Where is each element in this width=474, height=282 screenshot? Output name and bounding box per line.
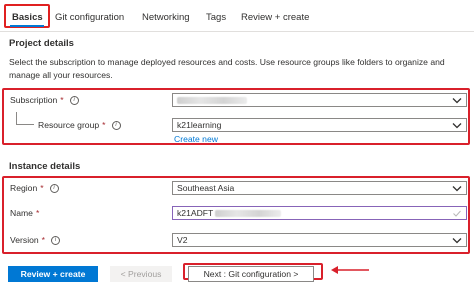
version-label-text: Version: [10, 235, 39, 245]
tree-connector: [16, 124, 34, 125]
obscured-name-suffix: [215, 209, 282, 217]
subscription-dropdown[interactable]: [172, 93, 467, 107]
required-marker: *: [35, 208, 40, 218]
chevron-down-icon: [452, 238, 462, 244]
resource-group-dropdown[interactable]: k21learning: [172, 118, 467, 132]
subscription-label: Subscription * i: [10, 95, 79, 105]
required-marker: *: [60, 95, 64, 105]
obscured-subscription-value: [177, 96, 247, 104]
tab-divider: [0, 31, 474, 32]
name-input[interactable]: k21ADFT: [172, 206, 467, 220]
active-tab-indicator: [10, 25, 44, 27]
project-details-heading: Project details: [9, 38, 74, 49]
tab-git-configuration[interactable]: Git configuration: [55, 12, 124, 23]
instance-details-heading: Instance details: [9, 161, 81, 172]
region-dropdown[interactable]: Southeast Asia: [172, 181, 467, 195]
region-label-text: Region: [10, 183, 38, 193]
checkmark-icon: [453, 210, 461, 217]
project-details-description: Select the subscription to manage deploy…: [9, 57, 445, 80]
name-label-text: Name: [10, 208, 33, 218]
tab-networking[interactable]: Networking: [142, 12, 190, 23]
subscription-label-text: Subscription: [10, 95, 58, 105]
chevron-down-icon: [452, 186, 462, 192]
name-label: Name *: [10, 208, 39, 218]
create-new-link[interactable]: Create new: [174, 134, 218, 144]
resource-group-label-text: Resource group: [38, 120, 100, 130]
tree-connector: [16, 112, 17, 124]
version-dropdown[interactable]: V2: [172, 233, 467, 247]
info-icon[interactable]: i: [51, 235, 61, 245]
required-marker: *: [40, 183, 44, 193]
required-marker: *: [41, 235, 46, 245]
info-icon[interactable]: i: [111, 120, 121, 130]
red-arrow-icon: [331, 266, 369, 274]
info-icon[interactable]: i: [49, 183, 59, 193]
region-value: Southeast Asia: [177, 183, 235, 193]
tab-tags[interactable]: Tags: [206, 12, 226, 23]
info-icon[interactable]: i: [69, 95, 79, 105]
name-value: k21ADFT: [177, 208, 214, 218]
tab-basics[interactable]: Basics: [12, 12, 43, 23]
region-label: Region * i: [10, 183, 59, 193]
chevron-down-icon: [452, 123, 462, 129]
version-label: Version * i: [10, 235, 61, 245]
chevron-down-icon: [452, 98, 462, 104]
tab-review-create[interactable]: Review + create: [241, 12, 309, 23]
required-marker: *: [102, 120, 106, 130]
resource-group-value: k21learning: [177, 120, 222, 130]
resource-group-label: Resource group * i: [38, 120, 121, 130]
version-value: V2: [177, 235, 188, 245]
